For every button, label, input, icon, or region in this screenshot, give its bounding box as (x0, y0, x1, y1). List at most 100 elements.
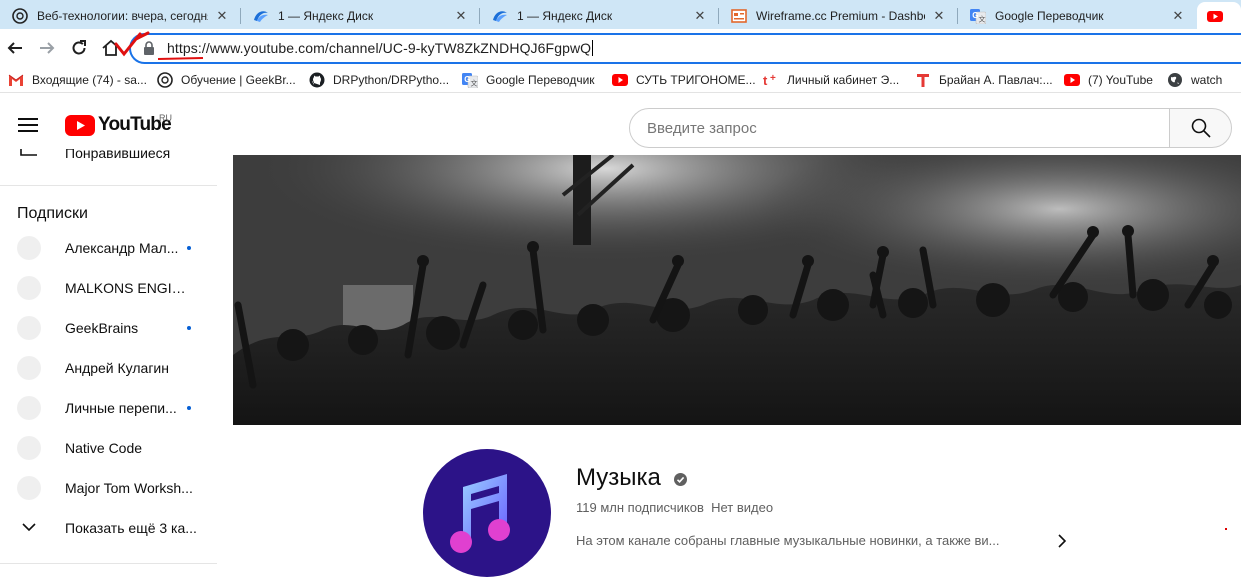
back-button[interactable] (3, 36, 27, 60)
avatar (17, 436, 41, 460)
t-icon (915, 72, 931, 88)
bookmark-google-translate[interactable]: G文 Google Переводчик (462, 71, 595, 89)
close-icon[interactable]: ✕ (1170, 8, 1186, 24)
tab-yandex-disk-1[interactable]: 1 — Яндекс Диск ✕ (241, 2, 479, 29)
subscription-item[interactable]: GeekBrains (0, 308, 217, 348)
tab-youtube-active[interactable]: (1 (1197, 2, 1241, 29)
region-code: RU (159, 113, 172, 123)
bookmark-geekbrains[interactable]: Обучение | GeekBr... (157, 71, 296, 89)
bookmarks-bar: Входящие (74) - sa... Обучение | GeekBr.… (0, 67, 1241, 93)
globe-icon (1167, 72, 1183, 88)
subscription-item[interactable]: Личные перепи... (0, 388, 217, 428)
youtube-masthead: YouTube RU Введите запрос (0, 93, 1241, 155)
subscription-name: Native Code (65, 440, 143, 456)
decorative-dot (1225, 528, 1227, 530)
reload-button[interactable] (67, 36, 91, 60)
svg-text:文: 文 (471, 79, 478, 88)
new-content-dot (187, 246, 191, 250)
reload-icon (72, 40, 86, 55)
address-bar[interactable]: https://www.youtube.com/channel/UC-9-kyT… (129, 33, 1241, 64)
channel-meta: 119 млн подписчиков Нет видео (576, 500, 773, 515)
close-icon[interactable]: ✕ (453, 8, 469, 24)
subscription-name: MALKONS ENGINE... (65, 280, 195, 296)
text-caret (592, 40, 594, 56)
wireframe-icon (731, 8, 747, 24)
search-input[interactable]: Введите запрос (629, 108, 1170, 148)
bookmark-gmail[interactable]: Входящие (74) - sa... (8, 71, 147, 89)
avatar (17, 316, 41, 340)
subscription-item[interactable]: Major Tom Worksh... (0, 468, 217, 508)
back-arrow-icon (7, 42, 22, 54)
subscription-item[interactable]: MALKONS ENGINE... (0, 268, 217, 308)
google-translate-icon: G文 (970, 8, 987, 24)
forward-arrow-icon (40, 42, 55, 54)
channel-avatar[interactable] (423, 449, 551, 577)
svg-text:文: 文 (979, 14, 986, 23)
openai-icon (12, 7, 28, 24)
gmail-icon (8, 72, 24, 88)
svg-text:t: t (763, 73, 768, 88)
channel-name: Музыка (576, 464, 661, 491)
bookmark-label: СУТЬ ТРИГОНОМЕ... (636, 73, 756, 87)
subscription-name: Андрей Кулагин (65, 360, 169, 376)
avatar (17, 276, 41, 300)
github-icon (309, 72, 325, 88)
show-more-button[interactable]: Показать ещё 3 ка... (0, 508, 217, 548)
tab-title: 1 — Яндекс Диск (517, 8, 613, 23)
sidebar-item-liked[interactable]: Понравившиеся (0, 149, 217, 163)
tab-google-translate[interactable]: G文 Google Переводчик ✕ (958, 2, 1196, 29)
menu-icon[interactable] (18, 118, 38, 132)
search-button[interactable] (1169, 108, 1232, 148)
bookmark-watch[interactable]: watch (1167, 71, 1222, 89)
bookmark-github[interactable]: DRPython/DRPytho... (309, 71, 449, 89)
bookmark-label: Брайан А. Павлач:... (939, 73, 1053, 87)
avatar (17, 356, 41, 380)
search-icon (1191, 118, 1211, 138)
youtube-logo[interactable]: YouTube (65, 114, 172, 136)
concert-crowd-image (233, 155, 1241, 425)
subscription-name: GeekBrains (65, 320, 139, 336)
tab-yandex-disk-2[interactable]: 1 — Яндекс Диск ✕ (480, 2, 718, 29)
browser-tab-strip: Веб-технологии: вчера, сегодня ✕ 1 — Янд… (0, 0, 1241, 29)
close-icon[interactable]: ✕ (692, 8, 708, 24)
new-content-dot (187, 406, 191, 410)
bookmark-trigonometry[interactable]: СУТЬ ТРИГОНОМЕ... (612, 71, 756, 89)
forward-button[interactable] (35, 36, 59, 60)
youtube-icon (1064, 72, 1080, 88)
subscriber-count: 119 млн подписчиков (576, 500, 704, 515)
tab-title: Веб-технологии: вчера, сегодня (37, 8, 208, 23)
chevron-right-icon[interactable] (1055, 533, 1069, 549)
chevron-down-icon (22, 523, 36, 532)
subscriptions-heading: Подписки (17, 205, 88, 222)
channel-description[interactable]: На этом канале собраны главные музыкальн… (576, 533, 1000, 548)
subscription-item[interactable]: Андрей Кулагин (0, 348, 217, 388)
browser-toolbar: https://www.youtube.com/channel/UC-9-kyT… (0, 29, 1241, 67)
sidebar-divider (0, 185, 217, 186)
subscription-item[interactable]: Александр Мал... (0, 228, 217, 268)
close-icon[interactable]: ✕ (931, 8, 947, 24)
yandex-disk-icon (492, 8, 508, 24)
youtube-icon (1207, 8, 1223, 24)
subscription-name: Major Tom Worksh... (65, 480, 193, 496)
subscription-item[interactable]: Native Code (0, 428, 217, 468)
new-content-dot (187, 326, 191, 330)
tab-title: Google Переводчик (995, 8, 1104, 23)
tab-wireframe[interactable]: Wireframe.cc Premium - Dashbo ✕ (719, 2, 957, 29)
bookmark-brian[interactable]: Брайан А. Павлач:... (915, 71, 1053, 89)
openai-icon (157, 72, 173, 88)
close-icon[interactable]: ✕ (214, 8, 230, 24)
bookmark-label: Google Переводчик (486, 73, 595, 87)
bookmark-youtube[interactable]: (7) YouTube (1064, 71, 1153, 89)
sidebar-divider (0, 563, 217, 564)
show-more-label: Показать ещё 3 ка... (65, 520, 197, 536)
subscription-name: Александр Мал... (65, 240, 179, 256)
avatar (17, 396, 41, 420)
svg-text:+: + (770, 73, 776, 84)
tab-web-tech[interactable]: Веб-технологии: вчера, сегодня ✕ (0, 2, 240, 29)
bookmark-personal-cabinet[interactable]: t + Личный кабинет Э... (763, 71, 899, 89)
address-text[interactable]: https://www.youtube.com/channel/UC-9-kyT… (167, 40, 594, 56)
bookmark-label: Входящие (74) - sa... (32, 73, 147, 87)
red-underline-annotation (157, 57, 204, 60)
youtube-icon (612, 72, 628, 88)
video-count: Нет видео (711, 500, 774, 515)
